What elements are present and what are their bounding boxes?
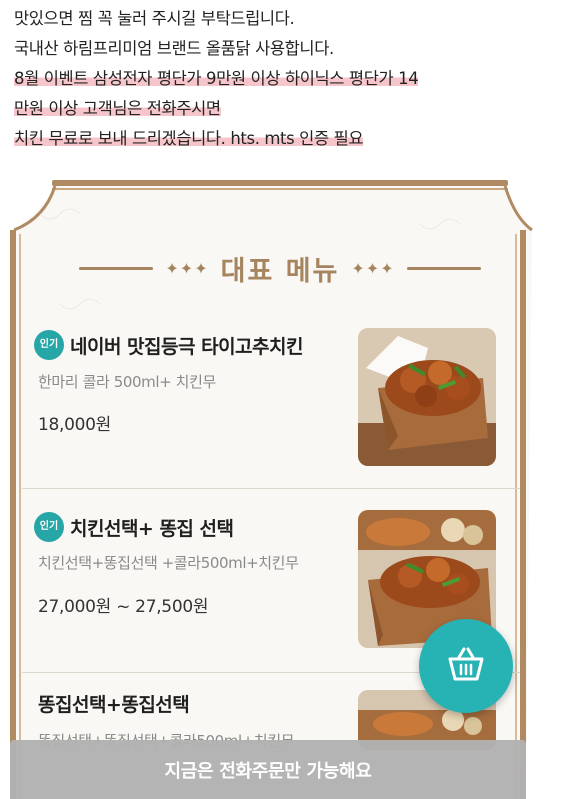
menu-item-photo bbox=[358, 328, 496, 466]
section-title: 대표 메뉴 bbox=[220, 255, 340, 287]
menu-item-name: 똥집선택+똥집선택 bbox=[38, 694, 190, 716]
menu-item-desc: 치킨선택+똥집선택 +콜라500ml+치킨무 bbox=[38, 554, 299, 572]
menu-item-name: 네이버 맛집등극 타이고추치킨 bbox=[70, 335, 303, 358]
notice-line-3: 8월 이벤트 삼성전자 평단가 9만원 이상 하이닉스 평단가 14 bbox=[14, 69, 419, 88]
notice-line-2: 국내산 하림프리미엄 브랜드 올품닭 사용합니다. bbox=[14, 39, 334, 58]
notice-line-5: 치킨 무료로 보내 드리겠습니다. hts. mts 인증 필요 bbox=[14, 129, 364, 148]
menu-item-desc: 한마리 콜라 500ml+ 치킨무 bbox=[38, 373, 216, 391]
menu-item-name: 치킨선택+ 똥집 선택 bbox=[70, 517, 234, 540]
popular-badge: 인기 bbox=[34, 330, 64, 360]
popular-badge: 인기 bbox=[34, 512, 64, 542]
order-button[interactable]: 지금은 전화주문만 가능해요 bbox=[10, 740, 526, 799]
title-rule-right bbox=[406, 266, 481, 270]
menu-item-price: 27,000원 ~ 27,500원 bbox=[38, 597, 209, 617]
menu-item-price: 18,000원 bbox=[38, 415, 112, 435]
basket-icon bbox=[444, 644, 488, 688]
item-divider bbox=[22, 488, 520, 489]
section-header: ✦✦✦ 대표 메뉴 ✦✦✦ bbox=[60, 248, 500, 288]
menu-item[interactable]: 인기 네이버 맛집등극 타이고추치킨 한마리 콜라 500ml+ 치킨무 18,… bbox=[16, 328, 520, 480]
store-notice: 맛있으면 찜 꼭 눌러 주시길 부탁드립니다. 국내산 하림프리미엄 브랜드 올… bbox=[14, 4, 554, 154]
order-button-label: 지금은 전화주문만 가능해요 bbox=[164, 760, 372, 782]
title-deco-left: ✦✦✦ bbox=[165, 258, 209, 278]
notice-line-4: 만원 이상 고객님은 전화주시면 bbox=[14, 99, 221, 118]
title-rule-left bbox=[79, 266, 154, 270]
cart-button[interactable] bbox=[419, 619, 513, 713]
notice-line-1: 맛있으면 찜 꼭 눌러 주시길 부탁드립니다. bbox=[14, 9, 295, 28]
title-deco-right: ✦✦✦ bbox=[351, 258, 395, 278]
